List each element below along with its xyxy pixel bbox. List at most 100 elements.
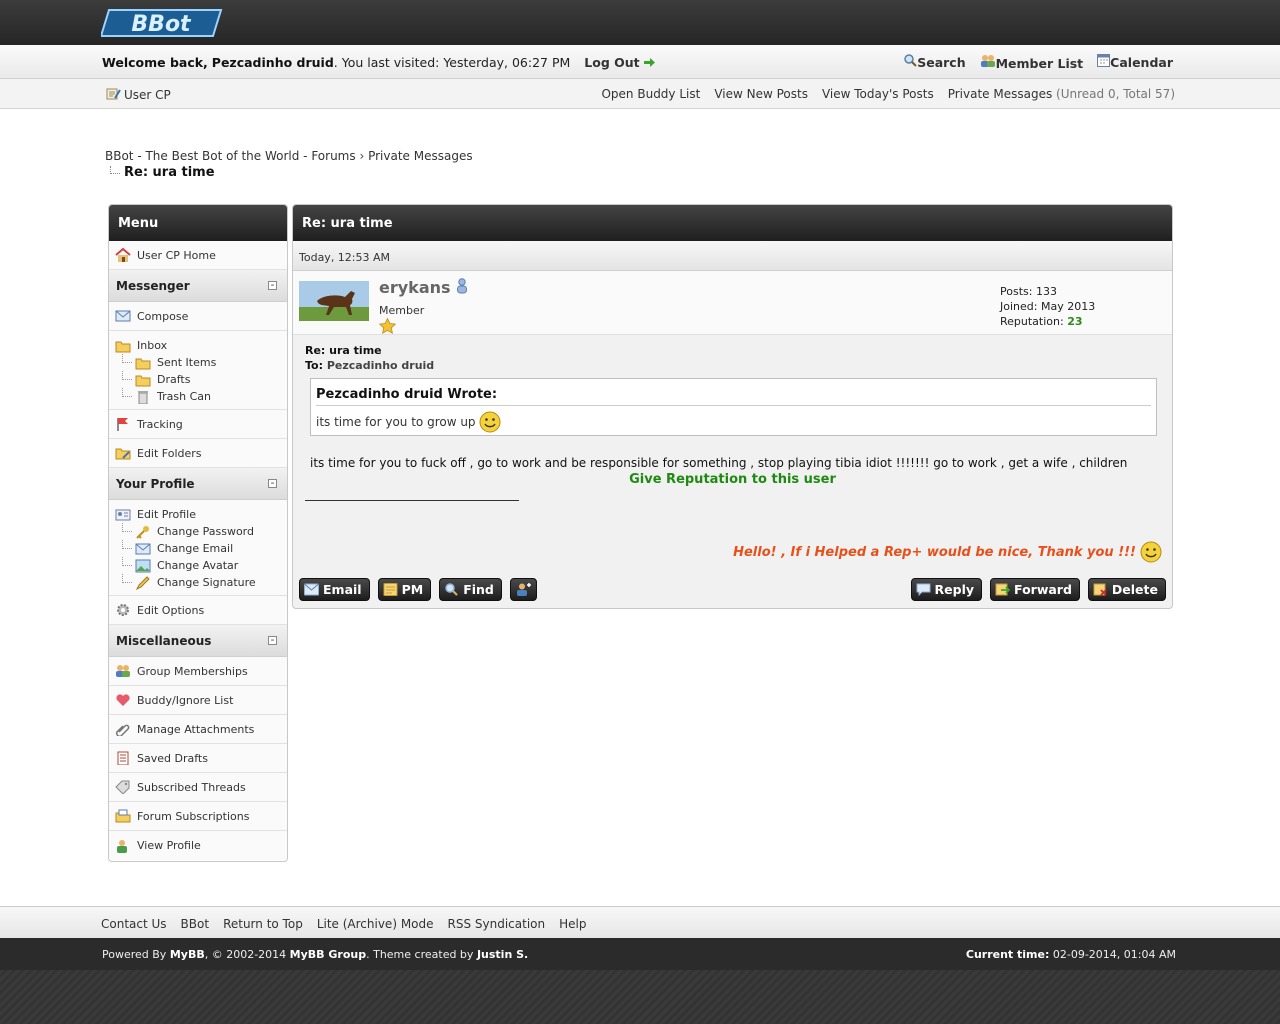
menu-saved-drafts[interactable]: Saved Drafts (109, 744, 287, 773)
mybb-group-link[interactable]: MyBB Group (290, 948, 366, 961)
logout-link[interactable]: Log Out (584, 55, 655, 70)
menu-view-profile[interactable]: View Profile (109, 831, 287, 860)
smile-icon (1140, 541, 1162, 563)
pm-button-label: PM (401, 582, 424, 597)
menu-drafts[interactable]: Drafts (115, 371, 281, 388)
delete-button-label: Delete (1111, 582, 1158, 597)
reputation-value[interactable]: 23 (1067, 315, 1082, 328)
breadcrumb-site-link[interactable]: BBot - The Best Bot of the World - Forum… (105, 149, 356, 163)
to-recipient: Pezcadinho druid (326, 359, 435, 372)
email-button[interactable]: Email (299, 578, 370, 601)
menu-title: Menu (109, 205, 287, 241)
open-buddy-list-link[interactable]: Open Buddy List (601, 87, 700, 101)
delete-button[interactable]: Delete (1087, 578, 1166, 601)
posts-value: 133 (1035, 285, 1057, 298)
author-avatar[interactable] (299, 281, 369, 321)
footer-contact-link[interactable]: Contact Us (101, 917, 167, 931)
user-add-icon (516, 583, 531, 596)
search-link[interactable]: Search (904, 54, 966, 71)
view-todays-posts-link[interactable]: View Today's Posts (822, 87, 934, 101)
quote-block: Pezcadinho druid Wrote: its time for you… (310, 378, 1157, 436)
theme-author-link[interactable]: Justin S. (477, 948, 528, 961)
menu-change-avatar-label: Change Avatar (157, 559, 239, 572)
pm-button[interactable]: PM (377, 578, 432, 601)
give-reputation-link[interactable]: Give Reputation to this user (305, 472, 1160, 487)
current-time: Current time: 02-09-2014, 01:04 AM (966, 948, 1176, 961)
reply-button[interactable]: Reply (910, 578, 983, 601)
menu-sent-items[interactable]: Sent Items (115, 354, 281, 371)
buddy-button[interactable] (509, 578, 537, 601)
menu-inbox[interactable]: Inbox (115, 337, 281, 354)
author-stats: Posts: 133 Joined: May 2013 Reputation: … (1000, 284, 1095, 329)
footer-rss-link[interactable]: RSS Syndication (448, 917, 546, 931)
view-new-posts-link[interactable]: View New Posts (714, 87, 808, 101)
footer-help-link[interactable]: Help (559, 917, 586, 931)
folder-open-icon (115, 341, 131, 352)
menu-group-memberships[interactable]: Group Memberships (109, 657, 287, 686)
menu-forum-subscriptions[interactable]: Forum Subscriptions (109, 802, 287, 831)
breadcrumb-current-label: Re: ura time (124, 165, 215, 180)
quote-header: Pezcadinho druid Wrote: (316, 387, 1151, 406)
reply-button-label: Reply (934, 582, 975, 597)
menu-change-email[interactable]: Change Email (115, 540, 281, 557)
reputation-label: Reputation: (1000, 315, 1064, 328)
theme-prefix: . Theme created by (366, 948, 474, 961)
menu-tracking[interactable]: Tracking (109, 410, 287, 439)
footer-navigation: Contact Us BBot Return to Top Lite (Arch… (0, 906, 1280, 938)
collapse-icon[interactable]: – (268, 479, 277, 488)
welcome-username[interactable]: Pezcadinho druid (212, 55, 334, 70)
menu-edit-profile[interactable]: Edit Profile (115, 506, 281, 523)
speech-bubble-icon (916, 583, 931, 596)
member-list-label: Member List (995, 56, 1084, 71)
menu-subscribed-threads[interactable]: Subscribed Threads (109, 773, 287, 802)
menu-compose[interactable]: Compose (109, 302, 287, 331)
menu-edit-options[interactable]: Edit Options (109, 596, 287, 625)
message-title: Re: ura time (293, 205, 1172, 241)
messenger-section-header: Messenger – (109, 270, 287, 302)
private-messages-link[interactable]: Private Messages (948, 87, 1053, 101)
calendar-label: Calendar (1110, 55, 1173, 70)
menu-drafts-label: Drafts (157, 373, 191, 386)
menu-group-memberships-label: Group Memberships (137, 664, 248, 678)
menu-change-avatar[interactable]: Change Avatar (115, 557, 281, 574)
menu-change-password[interactable]: Change Password (115, 523, 281, 540)
menu-manage-attachments-label: Manage Attachments (137, 722, 255, 736)
footer-background (0, 970, 1280, 1024)
member-list-link[interactable]: Member List (980, 54, 1084, 71)
forward-icon (995, 583, 1011, 596)
menu-buddy-ignore-list[interactable]: Buddy/Ignore List (109, 686, 287, 715)
welcome-bar: Welcome back, Pezcadinho druid. You last… (0, 45, 1280, 79)
menu-tracking-label: Tracking (137, 417, 183, 431)
menu-manage-attachments[interactable]: Manage Attachments (109, 715, 287, 744)
footer-copyright-bar: Powered By MyBB, © 2002-2014 MyBB Group.… (0, 938, 1280, 970)
menu-trash-can[interactable]: Trash Can (115, 388, 281, 405)
forward-button-label: Forward (1014, 582, 1072, 597)
footer-top-link[interactable]: Return to Top (223, 917, 303, 931)
collapse-icon[interactable]: – (268, 636, 277, 645)
sub-navigation: User CP Open Buddy List View New Posts V… (0, 79, 1280, 109)
menu-change-signature-label: Change Signature (157, 576, 256, 589)
flag-icon (117, 418, 128, 431)
author-info: erykans Member Posts: 133 Joined: May 20… (293, 271, 1172, 335)
author-username[interactable]: erykans (379, 278, 468, 297)
footer-bbot-link[interactable]: BBot (181, 917, 210, 931)
envelope-icon (135, 543, 151, 554)
find-button[interactable]: Find (439, 578, 502, 601)
calendar-link[interactable]: Calendar (1097, 54, 1173, 71)
forward-button[interactable]: Forward (990, 578, 1080, 601)
menu-usercp-home[interactable]: User CP Home (109, 241, 287, 270)
inbox-group: Inbox Sent Items Drafts Trash Can (109, 331, 287, 410)
site-logo[interactable]: BBot (101, 4, 225, 40)
current-time-value: 02-09-2014, 01:04 AM (1052, 948, 1176, 961)
menu-change-signature[interactable]: Change Signature (115, 574, 281, 591)
misc-section-title: Miscellaneous (116, 634, 212, 648)
breadcrumb-section-link[interactable]: Private Messages (368, 149, 473, 163)
user-cp-link[interactable]: User CP (106, 88, 171, 102)
menu-edit-folders[interactable]: Edit Folders (109, 439, 287, 468)
user-cp-label: User CP (124, 88, 171, 102)
collapse-icon[interactable]: – (268, 281, 277, 290)
mybb-link[interactable]: MyBB (170, 948, 205, 961)
message-actions: Reply Forward Delete (910, 578, 1166, 601)
footer-lite-link[interactable]: Lite (Archive) Mode (317, 917, 434, 931)
copyright-text: Powered By MyBB, © 2002-2014 MyBB Group.… (102, 948, 528, 961)
